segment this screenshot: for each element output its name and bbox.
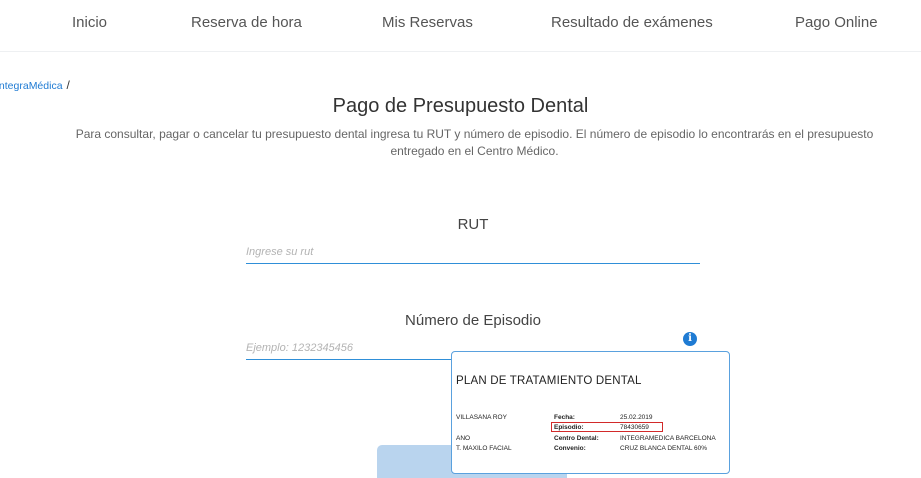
tooltip-patient-name: VILLASANA ROY [456,414,507,421]
tooltip-row-value: 25.02.2019 [620,414,653,421]
nav-item-resultado-de-examenes[interactable]: Resultado de exámenes [551,14,713,31]
page-title: Pago de Presupuesto Dental [332,95,589,117]
tooltip-row-value: CRUZ BLANCA DENTAL 60% [620,445,708,452]
episode-label: Número de Episodio [405,312,541,329]
tooltip-row-key: Convenio: [554,445,586,452]
rut-label: RUT [457,216,489,233]
tooltip-left-line: T. MAXILO FACIAL [456,445,512,452]
tooltip-row-value: 78430659 [620,424,649,431]
breadcrumb-home-link[interactable]: IntegraMédica [0,80,63,92]
episode-help-tooltip: PLAN DE TRATAMIENTO DENTAL VILLASANA ROY… [451,351,730,474]
page-description: Para consultar, pagar o cancelar tu pres… [75,127,874,158]
breadcrumb-separator: / [66,78,70,92]
info-icon[interactable]: i [683,332,697,346]
breadcrumb: IntegraMédica / [0,78,70,92]
nav-item-pago-online[interactable]: Pago Online [795,14,878,31]
tooltip-row-key: Episodio: [554,424,584,431]
tooltip-row-key: Centro Dental: [554,435,599,442]
rut-input[interactable] [246,240,700,264]
tooltip-left-line: ANO [456,435,471,442]
tooltip-row-value: INTEGRAMEDICA BARCELONA [620,435,716,442]
tooltip-row-key: Fecha: [554,414,575,421]
tooltip-document-title: PLAN DE TRATAMIENTO DENTAL [456,375,642,387]
nav-item-reserva-de-hora[interactable]: Reserva de hora [191,14,302,31]
nav-item-inicio[interactable]: Inicio [72,14,107,31]
nav-item-mis-reservas[interactable]: Mis Reservas [382,14,473,31]
top-nav: Inicio Reserva de hora Mis Reservas Resu… [0,0,921,52]
